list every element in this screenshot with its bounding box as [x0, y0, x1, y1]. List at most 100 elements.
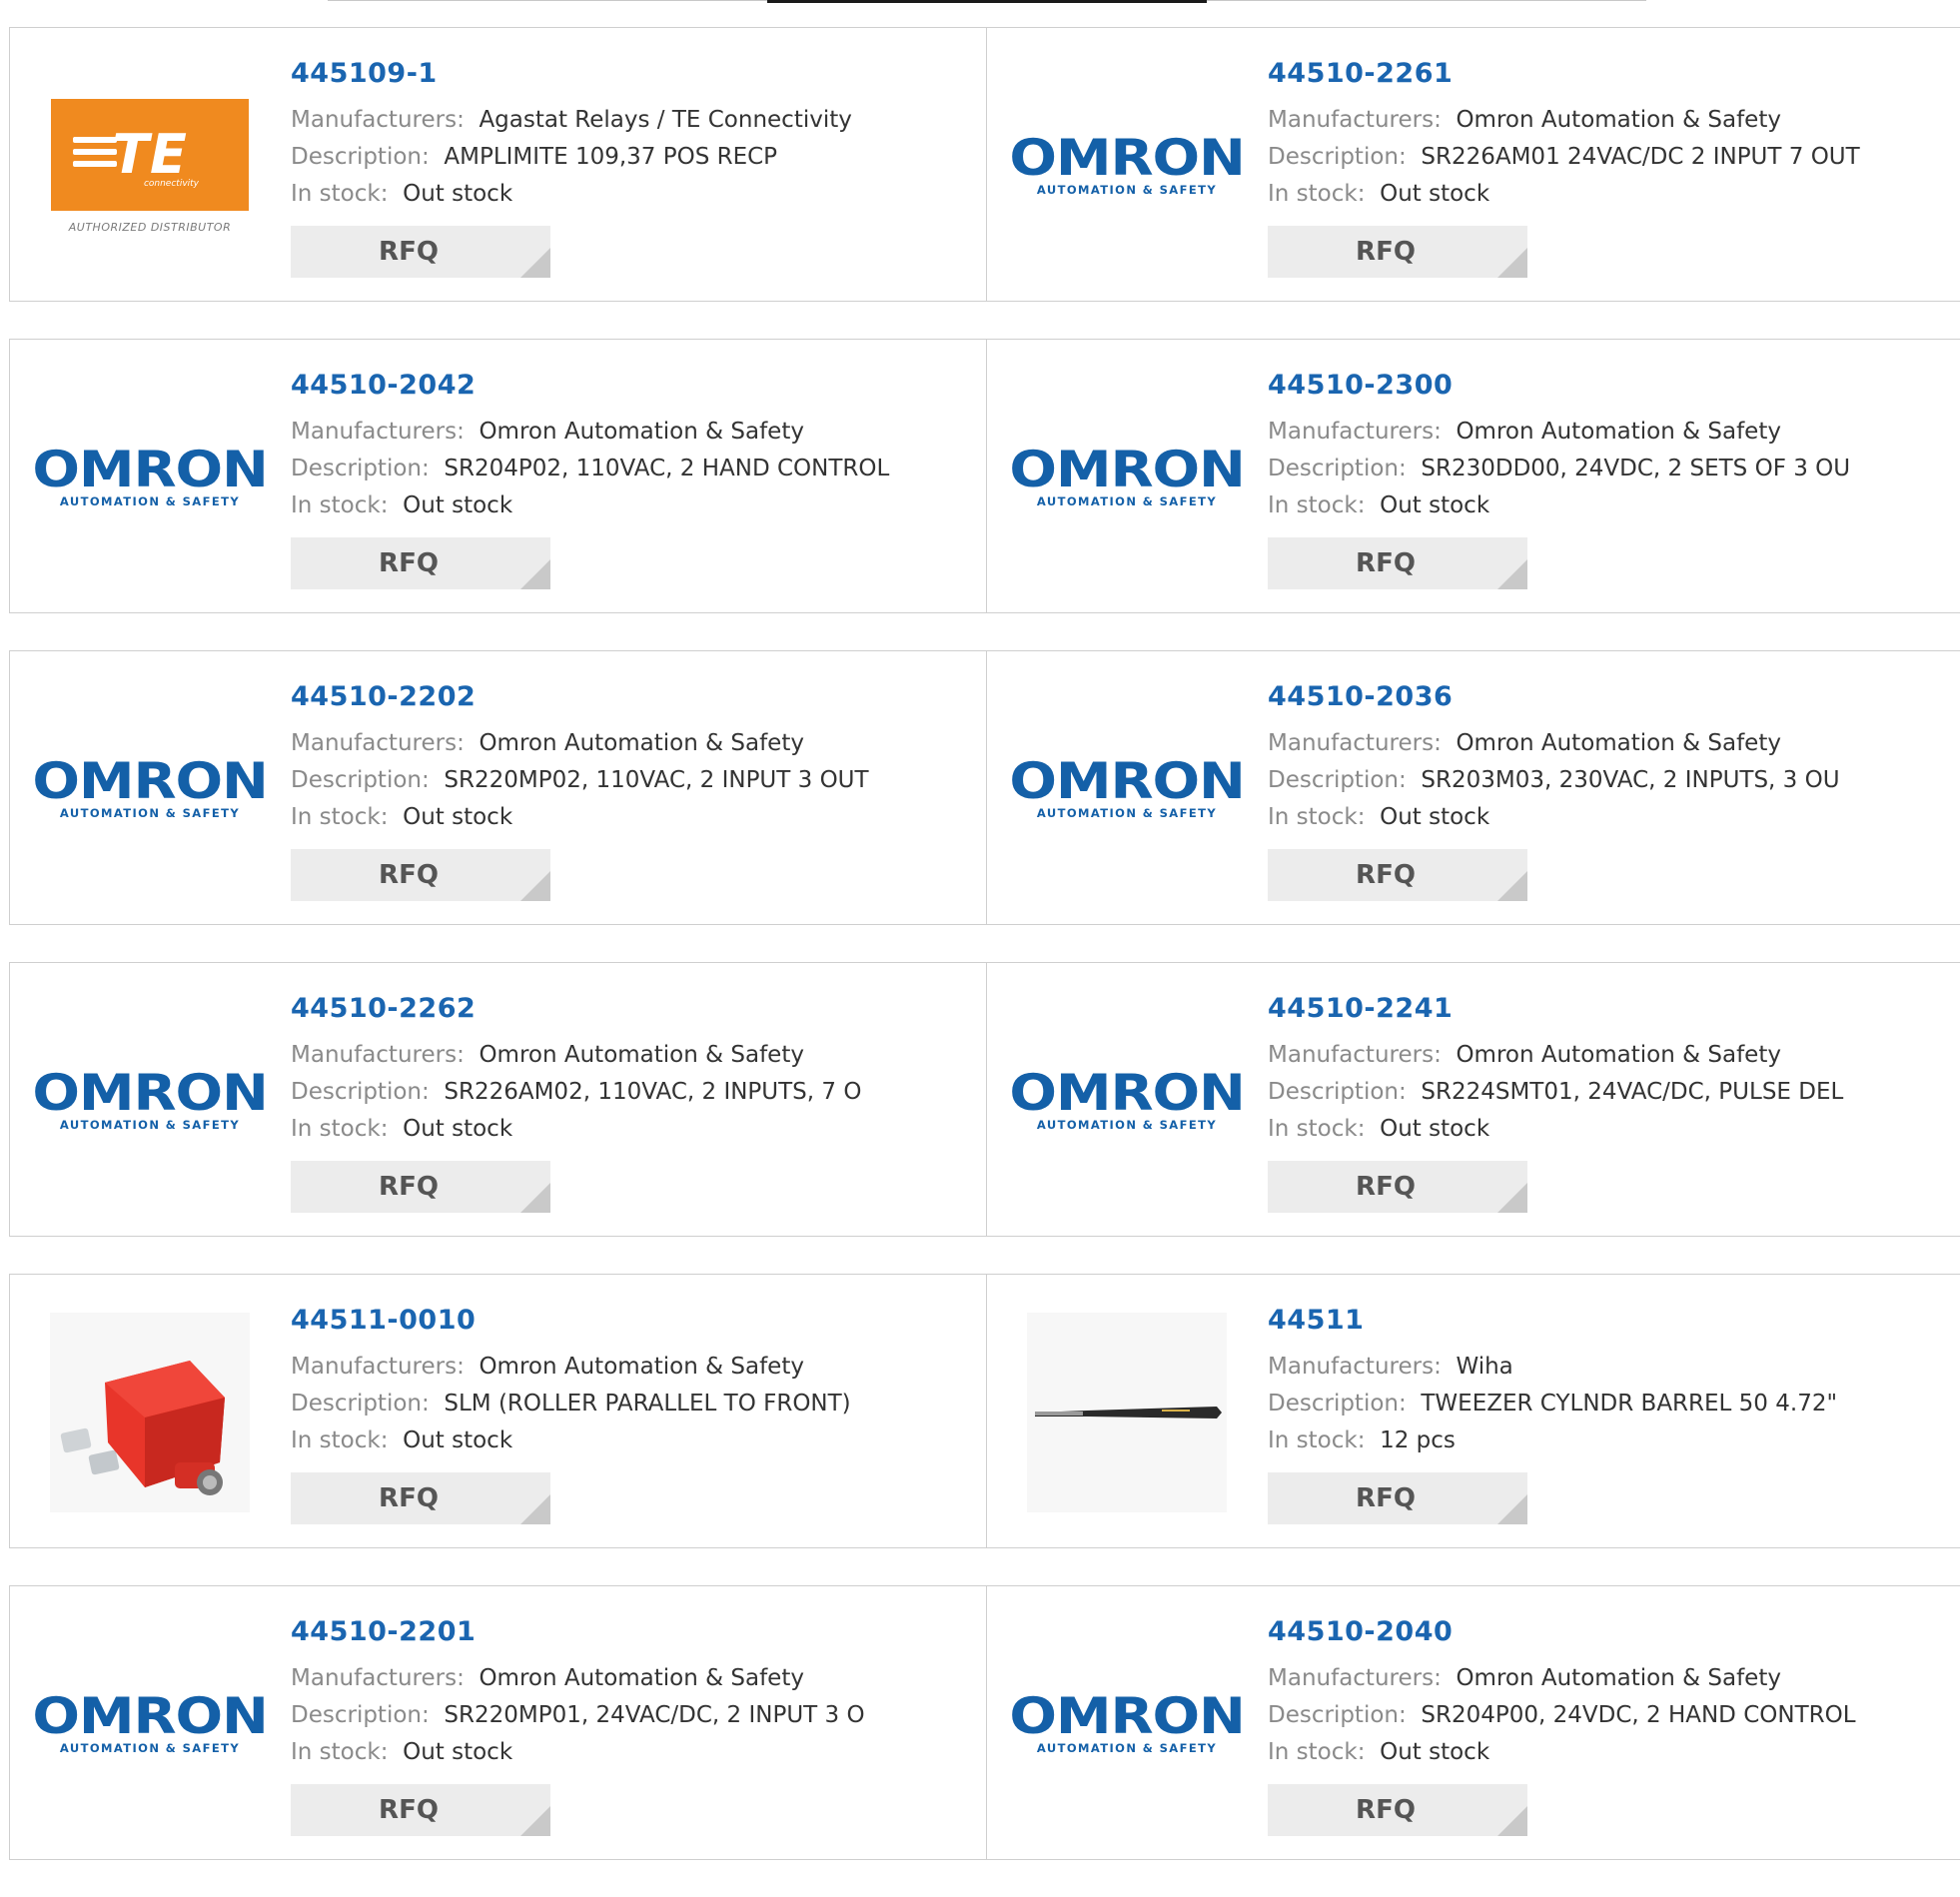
rfq-corner-triangle	[520, 1494, 550, 1524]
part-number-link[interactable]: 44510-2241	[1268, 991, 1843, 1027]
manufacturer-label: Manufacturers:	[291, 419, 465, 445]
omron-logo: OMRON AUTOMATION & SAFETY	[32, 756, 268, 820]
rfq-label: RFQ	[1356, 1172, 1416, 1202]
stock-value: Out stock	[1380, 181, 1490, 207]
manufacturer-value: Omron Automation & Safety	[479, 419, 804, 445]
description-value: SR230DD00, 24VDC, 2 SETS OF 3 OU	[1421, 456, 1851, 481]
rfq-button[interactable]: RFQ	[291, 1472, 550, 1524]
product-row: OMRON AUTOMATION & SAFETY 44510-2202 Manufa…	[9, 650, 1960, 925]
stock-value: Out stock	[1380, 1116, 1490, 1142]
rfq-corner-triangle	[520, 871, 550, 901]
omron-logo-word: OMRON	[32, 441, 268, 498]
manufacturer-label: Manufacturers:	[291, 1354, 465, 1380]
rfq-button[interactable]: RFQ	[291, 849, 550, 901]
manufacturer-value: Omron Automation & Safety	[479, 730, 804, 756]
omron-logo: OMRON AUTOMATION & SAFETY	[1009, 445, 1245, 508]
product-row: OMRON AUTOMATION & SAFETY 44510-2042 Manufa…	[9, 339, 1960, 613]
description-value: SR226AM02, 110VAC, 2 INPUTS, 7 O	[444, 1079, 862, 1105]
product-logo: OMRON AUTOMATION & SAFETY	[1009, 1031, 1245, 1171]
rfq-corner-triangle	[1497, 1183, 1527, 1213]
description-label: Description:	[291, 456, 430, 481]
rfq-label: RFQ	[1356, 237, 1416, 267]
product-info: 44510-2300 Manufacturers: Omron Automatio…	[1268, 368, 1850, 589]
part-number-link[interactable]: 44510-2042	[291, 368, 889, 404]
rfq-label: RFQ	[379, 1172, 439, 1202]
part-number-link[interactable]: 44510-2036	[1268, 679, 1840, 715]
rfq-button[interactable]: RFQ	[1268, 1472, 1527, 1524]
rfq-label: RFQ	[1356, 1483, 1416, 1513]
te-logo-caption: AUTHORIZED DISTRIBUTOR	[68, 220, 232, 234]
rfq-button[interactable]: RFQ	[291, 226, 550, 278]
part-number-link[interactable]: 44510-2300	[1268, 368, 1850, 404]
stock-line: In stock: Out stock	[1268, 1111, 1843, 1148]
product-logo: OMRON AUTOMATION & SAFETY	[32, 1031, 268, 1171]
stock-value: Out stock	[1380, 492, 1490, 518]
description-label: Description:	[291, 1391, 430, 1417]
rfq-button[interactable]: RFQ	[291, 1161, 550, 1213]
omron-logo-word: OMRON	[1009, 129, 1245, 187]
stock-label: In stock:	[291, 1427, 389, 1453]
product-info: 445109-1 Manufacturers: Agastat Relays / …	[291, 56, 852, 278]
te-logo-sub: connectivity	[143, 178, 199, 189]
rfq-button[interactable]: RFQ	[291, 1784, 550, 1836]
manufacturer-label: Manufacturers:	[291, 1042, 465, 1068]
description-label: Description:	[1268, 767, 1407, 793]
description-label: Description:	[1268, 1079, 1407, 1105]
product-card: OMRON AUTOMATION & SAFETY 44510-2202 Manufa…	[9, 650, 987, 925]
rfq-button[interactable]: RFQ	[1268, 1784, 1527, 1836]
rfq-button[interactable]: RFQ	[1268, 226, 1527, 278]
safety-switch-image	[50, 1313, 250, 1512]
description-value: SR204P02, 110VAC, 2 HAND CONTROL	[444, 456, 890, 481]
part-number-link[interactable]: 44510-2201	[291, 1614, 865, 1650]
part-number-link[interactable]: 44510-2202	[291, 679, 869, 715]
product-card: OMRON AUTOMATION & SAFETY 44510-2042 Manufa…	[9, 339, 987, 613]
manufacturer-label: Manufacturers:	[1268, 1665, 1442, 1691]
part-number-link[interactable]: 44510-2040	[1268, 1614, 1856, 1650]
stock-label: In stock:	[291, 1739, 389, 1765]
description-label: Description:	[291, 144, 430, 170]
product-grid: TE connectivity AUTHORIZED DISTRIBUTOR 4451…	[9, 27, 1960, 1897]
stock-label: In stock:	[1268, 492, 1366, 518]
te-logo-word: TE	[112, 123, 188, 186]
stock-label: In stock:	[1268, 804, 1366, 830]
product-card: OMRON AUTOMATION & SAFETY 44510-2261 Manufa…	[987, 27, 1960, 302]
rfq-button[interactable]: RFQ	[1268, 537, 1527, 589]
product-row: OMRON AUTOMATION & SAFETY 44510-2201 Manufa…	[9, 1585, 1960, 1860]
product-card: OMRON AUTOMATION & SAFETY 44510-2036 Manufa…	[987, 650, 1960, 925]
description-line: Description: SR204P02, 110VAC, 2 HAND CO…	[291, 451, 889, 487]
manufacturer-line: Manufacturers: Omron Automation & Safety	[291, 1349, 851, 1386]
description-value: AMPLIMITE 109,37 POS RECP	[444, 144, 778, 170]
description-line: Description: SR220MP02, 110VAC, 2 INPUT …	[291, 762, 869, 799]
part-number-link[interactable]: 44510-2262	[291, 991, 861, 1027]
description-value: SR220MP02, 110VAC, 2 INPUT 3 OUT	[444, 767, 869, 793]
product-info: 44510-2042 Manufacturers: Omron Automatio…	[291, 368, 889, 589]
rfq-corner-triangle	[520, 559, 550, 589]
manufacturer-label: Manufacturers:	[1268, 1042, 1442, 1068]
stock-value: Out stock	[1380, 1739, 1490, 1765]
part-number-link[interactable]: 44511-0010	[291, 1303, 851, 1339]
product-card: TE connectivity AUTHORIZED DISTRIBUTOR 4451…	[9, 27, 987, 302]
manufacturer-value: Omron Automation & Safety	[479, 1665, 804, 1691]
product-logo: OMRON AUTOMATION & SAFETY	[1009, 1654, 1245, 1794]
rfq-label: RFQ	[379, 1483, 439, 1513]
description-value: SR204P00, 24VDC, 2 HAND CONTROL	[1421, 1702, 1856, 1728]
product-info: 44510-2201 Manufacturers: Omron Automatio…	[291, 1614, 865, 1836]
rfq-button[interactable]: RFQ	[1268, 849, 1527, 901]
product-card: OMRON AUTOMATION & SAFETY 44510-2262 Manufa…	[9, 962, 987, 1237]
product-row: TE connectivity AUTHORIZED DISTRIBUTOR 4451…	[9, 27, 1960, 302]
part-number-link[interactable]: 44510-2261	[1268, 56, 1860, 92]
part-number-link[interactable]: 44511	[1268, 1303, 1837, 1339]
rfq-button[interactable]: RFQ	[1268, 1161, 1527, 1213]
part-number-link[interactable]: 445109-1	[291, 56, 852, 92]
manufacturer-line: Manufacturers: Omron Automation & Safety	[1268, 414, 1850, 451]
omron-logo: OMRON AUTOMATION & SAFETY	[32, 445, 268, 508]
product-info: 44510-2262 Manufacturers: Omron Automatio…	[291, 991, 861, 1213]
rfq-corner-triangle	[1497, 871, 1527, 901]
rfq-button[interactable]: RFQ	[291, 537, 550, 589]
description-label: Description:	[291, 1702, 430, 1728]
rfq-corner-triangle	[1497, 1494, 1527, 1524]
rfq-label: RFQ	[379, 548, 439, 578]
manufacturer-line: Manufacturers: Omron Automation & Safety	[1268, 725, 1840, 762]
omron-logo: OMRON AUTOMATION & SAFETY	[1009, 1691, 1245, 1755]
description-line: Description: SR230DD00, 24VDC, 2 SETS OF…	[1268, 451, 1850, 487]
